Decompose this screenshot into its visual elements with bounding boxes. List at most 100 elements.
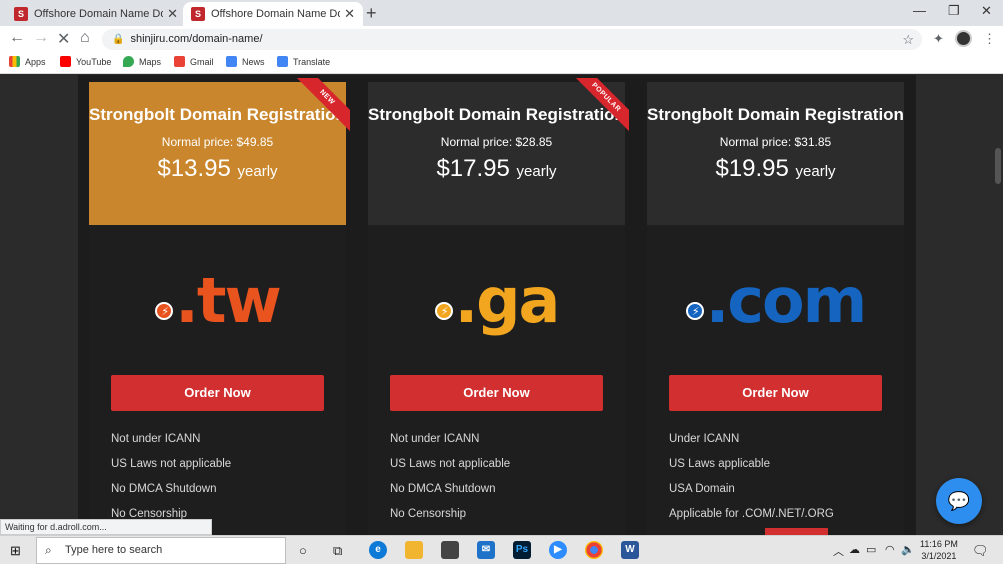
bookmark-label: Gmail: [190, 56, 214, 67]
pricing-card: POPULAR Strongbolt Domain Registration N…: [368, 78, 629, 535]
ribbon-label: NEW: [290, 78, 350, 135]
feature-item: US Laws applicable: [669, 458, 771, 470]
order-now-button[interactable]: Order Now: [669, 375, 882, 411]
order-now-button[interactable]: Order Now: [390, 375, 603, 411]
card-header: POPULAR Strongbolt Domain Registration N…: [368, 78, 629, 225]
notifications-icon[interactable]: 🗨: [972, 543, 989, 559]
tld-text: .com: [705, 263, 868, 337]
price-period: yearly: [516, 163, 557, 180]
volume-icon[interactable]: 🔈: [901, 543, 915, 556]
feature-list: Not under ICANN US Laws not applicable No …: [368, 433, 625, 533]
corner-ribbon: NEW: [290, 78, 350, 138]
feature-item: Not under ICANN: [111, 433, 201, 445]
gmail-icon: [174, 56, 185, 67]
ribbon-label: POPULAR: [569, 78, 629, 135]
tld-logo: ⚡ .ga: [368, 225, 625, 375]
file-explorer-icon[interactable]: [405, 541, 423, 559]
bookmark-label: YouTube: [76, 56, 112, 67]
bookmark-news[interactable]: News: [226, 56, 265, 67]
site-favicon-icon: S: [14, 7, 28, 21]
browser-tab-1[interactable]: S Offshore Domain Name Domain ✕: [6, 2, 186, 26]
edge-icon[interactable]: e: [369, 541, 387, 559]
chrome-icon[interactable]: [585, 541, 603, 559]
feature-item: No DMCA Shutdown: [111, 483, 217, 495]
search-icon: ⌕: [45, 543, 52, 557]
pricing-card: NEW Strongbolt Domain Registration Norma…: [89, 78, 350, 535]
search-placeholder: Type here to search: [65, 544, 163, 556]
system-clock[interactable]: 11:16 PM 3/1/2021: [920, 538, 958, 562]
browser-tab-2[interactable]: S Offshore Domain Name Domain ✕: [183, 2, 363, 26]
lightning-bolt-icon: ⚡: [685, 302, 704, 320]
sale-price: $19.95 yearly: [647, 155, 904, 183]
address-bar[interactable]: 🔒 shinjiru.com/domain-name/ ☆: [102, 29, 922, 50]
translate-icon: [277, 56, 288, 67]
card-title: Strongbolt Domain Registration: [647, 105, 904, 124]
pricing-card: Strongbolt Domain Registration Normal pr…: [647, 82, 904, 535]
close-tab-icon[interactable]: ✕: [344, 6, 355, 22]
task-view-icon[interactable]: ⧉: [333, 543, 342, 559]
back-icon[interactable]: ←: [9, 29, 25, 47]
bookmark-gmail[interactable]: Gmail: [174, 56, 214, 67]
profile-avatar[interactable]: [955, 30, 972, 47]
feature-item: No Censorship: [390, 508, 467, 520]
scrollbar-thumb[interactable]: [995, 148, 1001, 184]
menu-kebab-icon[interactable]: ⋮: [983, 31, 996, 47]
mail-icon[interactable]: ✉: [477, 541, 495, 559]
store-icon[interactable]: [441, 541, 459, 559]
cortana-icon[interactable]: ○: [299, 543, 307, 558]
sale-price: $17.95 yearly: [368, 155, 625, 183]
card-header: Strongbolt Domain Registration Normal pr…: [647, 82, 904, 225]
bookmark-translate[interactable]: Translate: [277, 56, 330, 67]
tab-title: Offshore Domain Name Domain: [211, 8, 340, 20]
site-favicon-icon: S: [191, 7, 205, 21]
restore-icon[interactable]: ❐: [948, 3, 960, 19]
bookmarks-bar: Apps YouTube Maps Gmail News Translate: [0, 52, 1003, 74]
stop-loading-icon[interactable]: ✕: [57, 29, 70, 49]
feature-item: USA Domain: [669, 483, 735, 495]
navigation-bar: ← → ✕ ⌂ 🔒 shinjiru.com/domain-name/ ☆: [0, 26, 1003, 52]
photoshop-icon[interactable]: Ps: [513, 541, 531, 559]
chat-bubble-icon[interactable]: 💬: [936, 478, 982, 524]
home-icon[interactable]: ⌂: [80, 29, 90, 47]
taskbar-search-box[interactable]: ⌕ Type here to search: [36, 537, 286, 564]
pricing-section: NEW Strongbolt Domain Registration Norma…: [78, 75, 916, 535]
windows-start-icon[interactable]: ⊞: [10, 543, 21, 559]
zoom-icon[interactable]: ▶: [549, 541, 567, 559]
bookmark-maps[interactable]: Maps: [123, 56, 161, 67]
bookmark-apps[interactable]: Apps: [9, 56, 46, 67]
cloud-icon[interactable]: ☁: [849, 543, 860, 556]
lightning-bolt-icon: ⚡: [434, 302, 453, 320]
feature-list: Not under ICANN US Laws not applicable No …: [89, 433, 346, 533]
close-window-icon[interactable]: ✕: [981, 3, 992, 19]
order-now-button[interactable]: Order Now: [111, 375, 324, 411]
price-period: yearly: [795, 163, 836, 180]
feature-item: No DMCA Shutdown: [390, 483, 496, 495]
tab-title: Offshore Domain Name Domain: [34, 8, 163, 20]
windows-taskbar: ⊞ ⌕ Type here to search ○ ⧉ e ✉ Ps ▶ W ︿…: [0, 535, 1003, 564]
lightning-bolt-icon: ⚡: [155, 302, 174, 320]
forward-icon[interactable]: →: [33, 29, 49, 47]
feature-item: US Laws not applicable: [390, 458, 511, 470]
close-tab-icon[interactable]: ✕: [167, 6, 178, 22]
wifi-icon[interactable]: ◠: [885, 543, 895, 556]
bookmark-label: News: [242, 56, 265, 67]
extensions-icon[interactable]: ✦: [933, 31, 944, 47]
feature-item: Under ICANN: [669, 433, 740, 445]
price-amount: $17.95: [436, 155, 510, 182]
tray-chevron-icon[interactable]: ︿: [833, 543, 844, 559]
word-icon[interactable]: W: [621, 541, 639, 559]
partial-red-button[interactable]: [765, 528, 828, 535]
bookmark-label: Translate: [293, 56, 331, 67]
bookmark-star-icon[interactable]: ☆: [902, 29, 914, 50]
price-amount: $19.95: [715, 155, 789, 182]
page-scrollbar[interactable]: [993, 75, 1003, 535]
feature-list: Under ICANN US Laws applicable USA Domain A…: [647, 433, 904, 533]
bookmark-youtube[interactable]: YouTube: [60, 56, 111, 67]
battery-icon[interactable]: ▭: [866, 543, 876, 556]
new-tab-icon[interactable]: +: [366, 3, 377, 24]
price-amount: $13.95: [157, 155, 231, 182]
bookmark-label: Maps: [139, 56, 162, 67]
url-text: shinjiru.com/domain-name/: [130, 33, 263, 45]
normal-price: Normal price: $31.85: [719, 135, 832, 149]
minimize-icon[interactable]: —: [913, 3, 926, 18]
